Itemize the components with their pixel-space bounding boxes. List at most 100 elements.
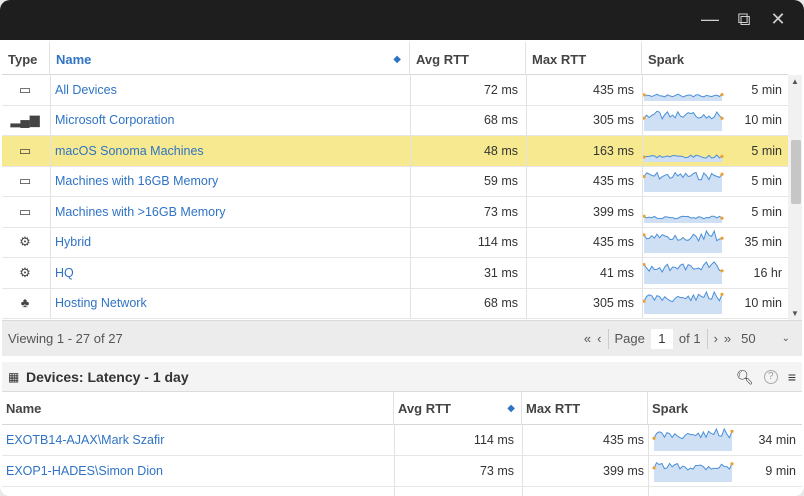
- table-row[interactable]: ▭ macOS Sonoma Machines 48 ms 163 ms 5 m…: [2, 135, 788, 167]
- groups-grid: ▭ Physical Machines 59 ms 435 ms 5 min ▭…: [2, 42, 802, 320]
- table-row[interactable]: ▭ Machines with 16GB Memory 59 ms 435 ms…: [2, 166, 788, 197]
- sparkline: [642, 258, 742, 288]
- divider: [642, 196, 643, 227]
- row-avg-rtt: 59 ms: [483, 174, 518, 188]
- grid-scrollbar[interactable]: ▲ ▼: [788, 75, 802, 320]
- col-spark[interactable]: Spark: [642, 42, 788, 75]
- row-duration: 5 min: [751, 174, 782, 188]
- row-name-link[interactable]: Hosting Network: [55, 288, 405, 318]
- page-input[interactable]: 1: [650, 329, 673, 349]
- table-row[interactable]: ⚙ Hybrid 114 ms 435 ms 35 min: [2, 227, 788, 258]
- sparkline: [652, 425, 752, 455]
- table-row[interactable]: ⚙ HQ 31 ms 41 ms 16 hr: [2, 257, 788, 289]
- divider: [526, 227, 527, 257]
- row-name-link[interactable]: EXOTB14-AJAX\Mark Szafir: [6, 425, 386, 455]
- col-name-label: Name: [56, 52, 92, 67]
- divider: [526, 196, 527, 227]
- divider: [642, 74, 643, 105]
- next-page-button[interactable]: ›: [714, 321, 718, 357]
- table-row[interactable]: [2, 487, 802, 496]
- col-name[interactable]: Name ◆: [50, 42, 410, 75]
- scroll-down-icon[interactable]: ▼: [791, 309, 799, 318]
- panel-grid-header: Name Avg RTT ◆ Max RTT Spark: [2, 392, 802, 425]
- col-max-rtt[interactable]: Max RTT: [522, 392, 648, 425]
- sparkline: [642, 288, 742, 318]
- table-row[interactable]: ▂▄▆ Microsoft Corporation 68 ms 305 ms 1…: [2, 105, 788, 136]
- row-max-rtt: 305 ms: [593, 113, 634, 127]
- col-spark[interactable]: Spark: [648, 392, 802, 425]
- table-row[interactable]: ▭ Machines with >16GB Memory 73 ms 399 m…: [2, 196, 788, 228]
- row-name-link[interactable]: macOS Sonoma Machines: [55, 136, 405, 166]
- row-name-link[interactable]: Hybrid: [55, 227, 405, 257]
- divider: [526, 74, 527, 105]
- row-name-link[interactable]: Machines with 16GB Memory: [55, 166, 405, 196]
- row-duration: 34 min: [758, 433, 796, 447]
- table-row[interactable]: EXOTB14-AJAX\Mark Szafir 114 ms 435 ms 3…: [2, 425, 802, 456]
- panel-header: ▦ Devices: Latency - 1 day 🔍︎ ? ≡: [2, 362, 802, 392]
- table-row[interactable]: ▭ All Devices 72 ms 435 ms 5 min: [2, 74, 788, 106]
- row-duration: 10 min: [744, 296, 782, 310]
- divider: [642, 135, 643, 166]
- divider: [410, 135, 411, 166]
- menu-icon[interactable]: ≡: [788, 362, 796, 392]
- divider: [526, 105, 527, 135]
- sparkline: [652, 487, 752, 496]
- row-name-link[interactable]: HQ: [55, 258, 405, 288]
- sparkline: [642, 197, 742, 227]
- search-icon[interactable]: 🔍︎: [736, 362, 754, 392]
- row-name-link[interactable]: All Devices: [55, 75, 405, 105]
- row-name-link[interactable]: Microsoft Corporation: [55, 105, 405, 135]
- divider: [50, 166, 51, 196]
- divider: [648, 425, 649, 455]
- col-name[interactable]: Name: [2, 392, 394, 425]
- first-page-button[interactable]: «: [584, 321, 591, 357]
- col-type[interactable]: Type: [2, 42, 50, 75]
- sort-icon[interactable]: ◆: [393, 42, 401, 78]
- app-window: — ⧉ ✕ ▭ Physical Machines 59 ms 435 ms 5…: [0, 0, 804, 496]
- sparkline: [642, 166, 742, 196]
- divider: [394, 456, 395, 486]
- row-max-rtt: 399 ms: [593, 204, 634, 219]
- row-avg-rtt: 114 ms: [477, 235, 518, 249]
- per-page-select[interactable]: 50: [741, 321, 755, 357]
- row-name-link[interactable]: Machines with >16GB Memory: [55, 197, 405, 227]
- divider: [50, 135, 51, 166]
- scroll-up-icon[interactable]: ▲: [791, 77, 799, 86]
- chevron-down-icon[interactable]: ⌄: [782, 321, 790, 357]
- row-max-rtt: 435 ms: [593, 82, 634, 97]
- col-avg-rtt[interactable]: Avg RTT ◆: [394, 392, 522, 425]
- page-total: of 1: [678, 331, 701, 346]
- help-icon[interactable]: ?: [763, 370, 778, 384]
- minimize-icon[interactable]: —: [700, 8, 720, 30]
- row-name-link[interactable]: [6, 487, 386, 496]
- divider: [50, 196, 51, 227]
- sparkline: [652, 456, 752, 486]
- row-duration: 16 hr: [753, 265, 783, 280]
- row-name-link[interactable]: EXOP1-HADES\Simon Dion: [6, 456, 386, 486]
- row-max-rtt: 305 ms: [593, 296, 634, 310]
- gears-icon: ⚙: [19, 264, 31, 280]
- table-row[interactable]: EXOP1-HADES\Simon Dion 73 ms 399 ms 9 mi…: [2, 456, 802, 487]
- scroll-thumb[interactable]: [791, 140, 801, 204]
- sort-icon[interactable]: ◆: [507, 392, 515, 426]
- divider: [648, 456, 649, 486]
- last-page-button[interactable]: »: [724, 321, 731, 357]
- row-duration: 5 min: [751, 82, 782, 97]
- close-icon[interactable]: ✕: [768, 8, 788, 30]
- sparkline: [642, 75, 742, 105]
- divider: [50, 257, 51, 288]
- row-max-rtt: 435 ms: [593, 235, 634, 249]
- col-max-rtt[interactable]: Max RTT: [526, 42, 642, 75]
- divider: [394, 425, 395, 455]
- sparkline: [642, 105, 742, 135]
- restore-icon[interactable]: ⧉: [734, 8, 754, 30]
- col-avg-rtt[interactable]: Avg RTT: [410, 42, 526, 75]
- divider: [526, 166, 527, 196]
- network-icon: ♣: [20, 295, 30, 310]
- divider: [50, 74, 51, 105]
- latency-panel: ▦ Devices: Latency - 1 day 🔍︎ ? ≡ Name A…: [2, 362, 802, 496]
- table-row[interactable]: ♣ Hosting Network 68 ms 305 ms 10 min: [2, 288, 788, 319]
- prev-page-button[interactable]: ‹: [597, 321, 601, 357]
- grid-icon: ▦: [8, 370, 20, 384]
- row-max-rtt: 435 ms: [593, 174, 634, 188]
